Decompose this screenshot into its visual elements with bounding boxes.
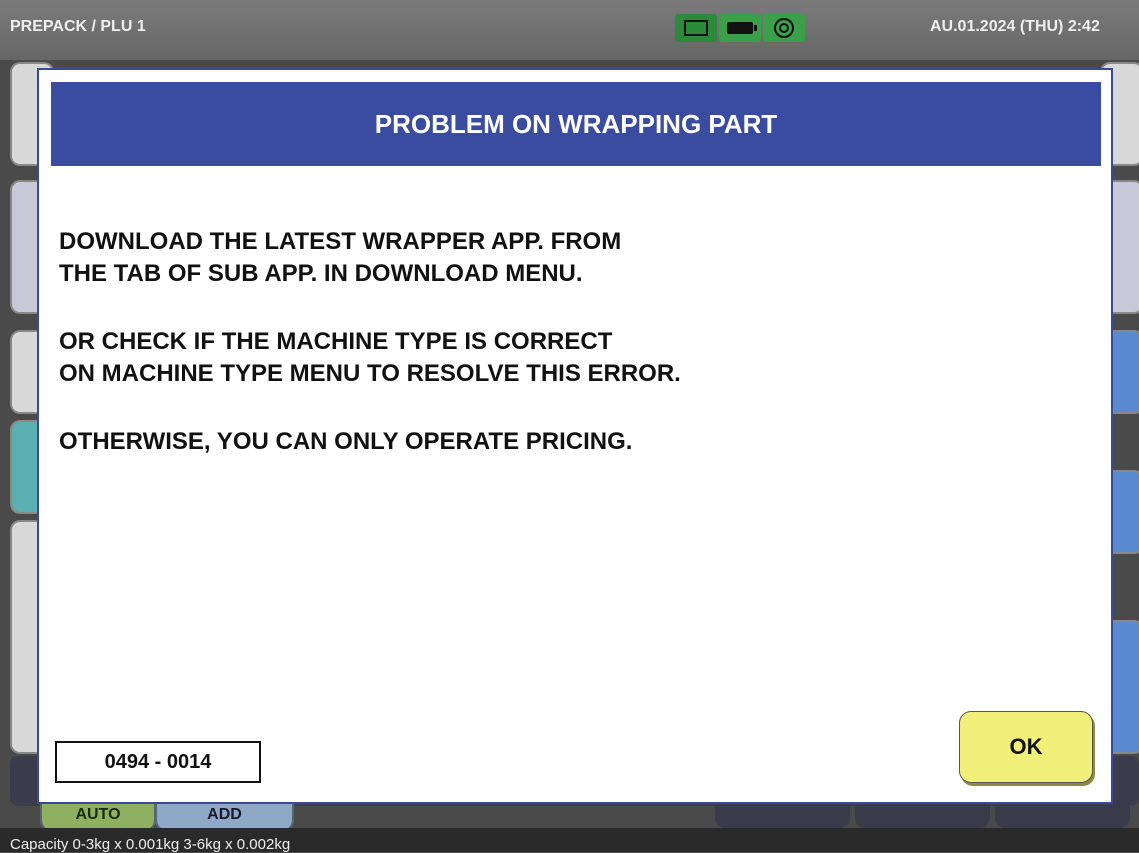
datetime: AU.01.2024 (THU) 2:42: [930, 18, 1100, 35]
battery-icon: [719, 14, 761, 42]
message-line-5: OTHERWISE, YOU CAN ONLY OPERATE PRICING.: [59, 428, 633, 455]
dialog-title: PROBLEM ON WRAPPING PART: [51, 82, 1101, 166]
status-icons: [675, 14, 805, 42]
bottom-dark-button-3[interactable]: [995, 800, 1130, 828]
capacity-text: Capacity 0-3kg x 0.001kg 3-6kg x 0.002kg: [10, 836, 291, 853]
mode-title: PREPACK / PLU 1: [10, 18, 146, 35]
screen-icon: [675, 14, 717, 42]
message-line-4: ON MACHINE TYPE MENU TO RESOLVE THIS ERR…: [59, 360, 681, 387]
top-bar: PREPACK / PLU 1 AU.01.2024 (THU) 2:42: [0, 0, 1139, 60]
message-line-1: DOWNLOAD THE LATEST WRAPPER APP. FROM: [59, 228, 622, 255]
ok-button[interactable]: OK: [959, 711, 1093, 783]
message-line-3: OR CHECK IF THE MACHINE TYPE IS CORRECT: [59, 328, 613, 355]
status-bar: Capacity 0-3kg x 0.001kg 3-6kg x 0.002kg: [0, 828, 1139, 853]
error-code: 0494 - 0014: [55, 741, 261, 783]
message-line-2: THE TAB OF SUB APP. IN DOWNLOAD MENU.: [59, 260, 583, 287]
bottom-dark-button-1[interactable]: [715, 800, 850, 828]
bottom-dark-button-2[interactable]: [855, 800, 990, 828]
error-dialog: PROBLEM ON WRAPPING PART DOWNLOAD THE LA…: [37, 68, 1113, 804]
spinner-icon: [763, 14, 805, 42]
